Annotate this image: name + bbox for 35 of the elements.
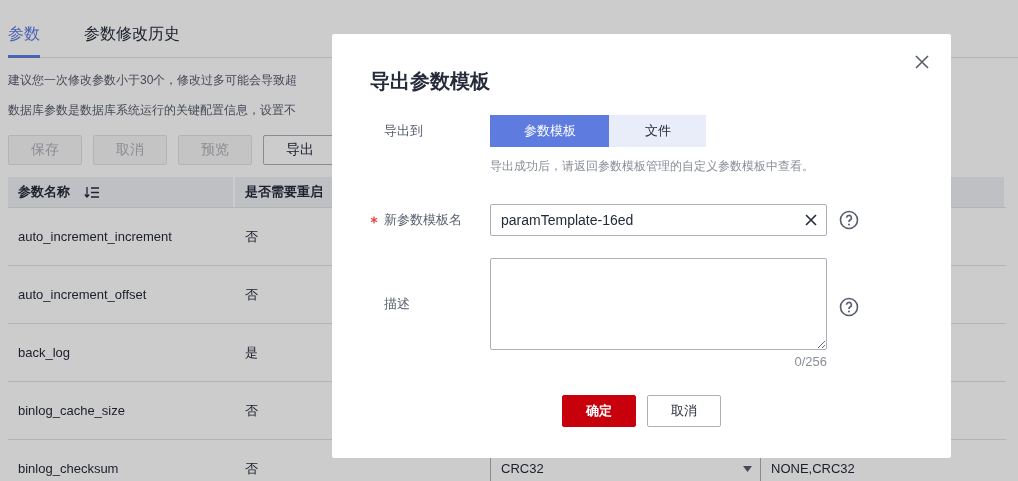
description-field[interactable] <box>490 258 827 350</box>
segment-option[interactable]: 文件 <box>609 115 706 147</box>
table-cell: 否 <box>245 227 258 246</box>
close-icon[interactable] <box>915 55 929 69</box>
tab[interactable]: 参数修改历史 <box>84 16 180 58</box>
table-cell: auto_increment_increment <box>18 229 172 244</box>
table-cell: 否 <box>245 401 258 420</box>
table-cell: NONE,CRC32 <box>771 461 855 476</box>
field-label: 描述 <box>384 295 410 313</box>
field-label: 新参数模板名 <box>384 211 462 229</box>
hint-text: 导出成功后，请返回参数模板管理的自定义参数模板中查看。 <box>490 158 815 175</box>
dialog-title: 导出参数模板 <box>370 69 491 94</box>
table-cell: back_log <box>18 345 71 360</box>
table-cell: 否 <box>245 459 258 478</box>
table-cell: 是 <box>245 343 258 362</box>
caret-icon <box>743 465 752 472</box>
segment-option[interactable]: 参数模板 <box>490 115 609 147</box>
column-header: 参数名称 <box>18 183 70 201</box>
confirm-button[interactable]: 确定 <box>562 395 636 427</box>
help-icon[interactable] <box>839 297 859 317</box>
help-icon[interactable] <box>839 210 859 230</box>
table-cell: auto_increment_offset <box>18 287 147 302</box>
character-counter: 0/256 <box>793 354 827 369</box>
tab[interactable]: 参数 <box>8 16 40 58</box>
sort-icon[interactable] <box>84 185 100 199</box>
field-label: 导出到 <box>384 122 423 140</box>
column-header: 是否需要重启 <box>245 183 323 201</box>
table-cell: binlog_checksum <box>18 461 119 476</box>
notice-text: 数据库参数是数据库系统运行的关键配置信息，设置不 <box>8 102 296 119</box>
name-input-field[interactable]: paramTemplate-16ed <box>490 204 827 236</box>
notice-text: 建议您一次修改参数小于30个，修改过多可能会导致超 <box>8 72 298 89</box>
table-cell: 否 <box>245 285 258 304</box>
clear-icon[interactable] <box>805 214 817 226</box>
cancel-button[interactable]: 取消 <box>647 395 721 427</box>
table-cell: binlog_cache_size <box>18 403 125 418</box>
